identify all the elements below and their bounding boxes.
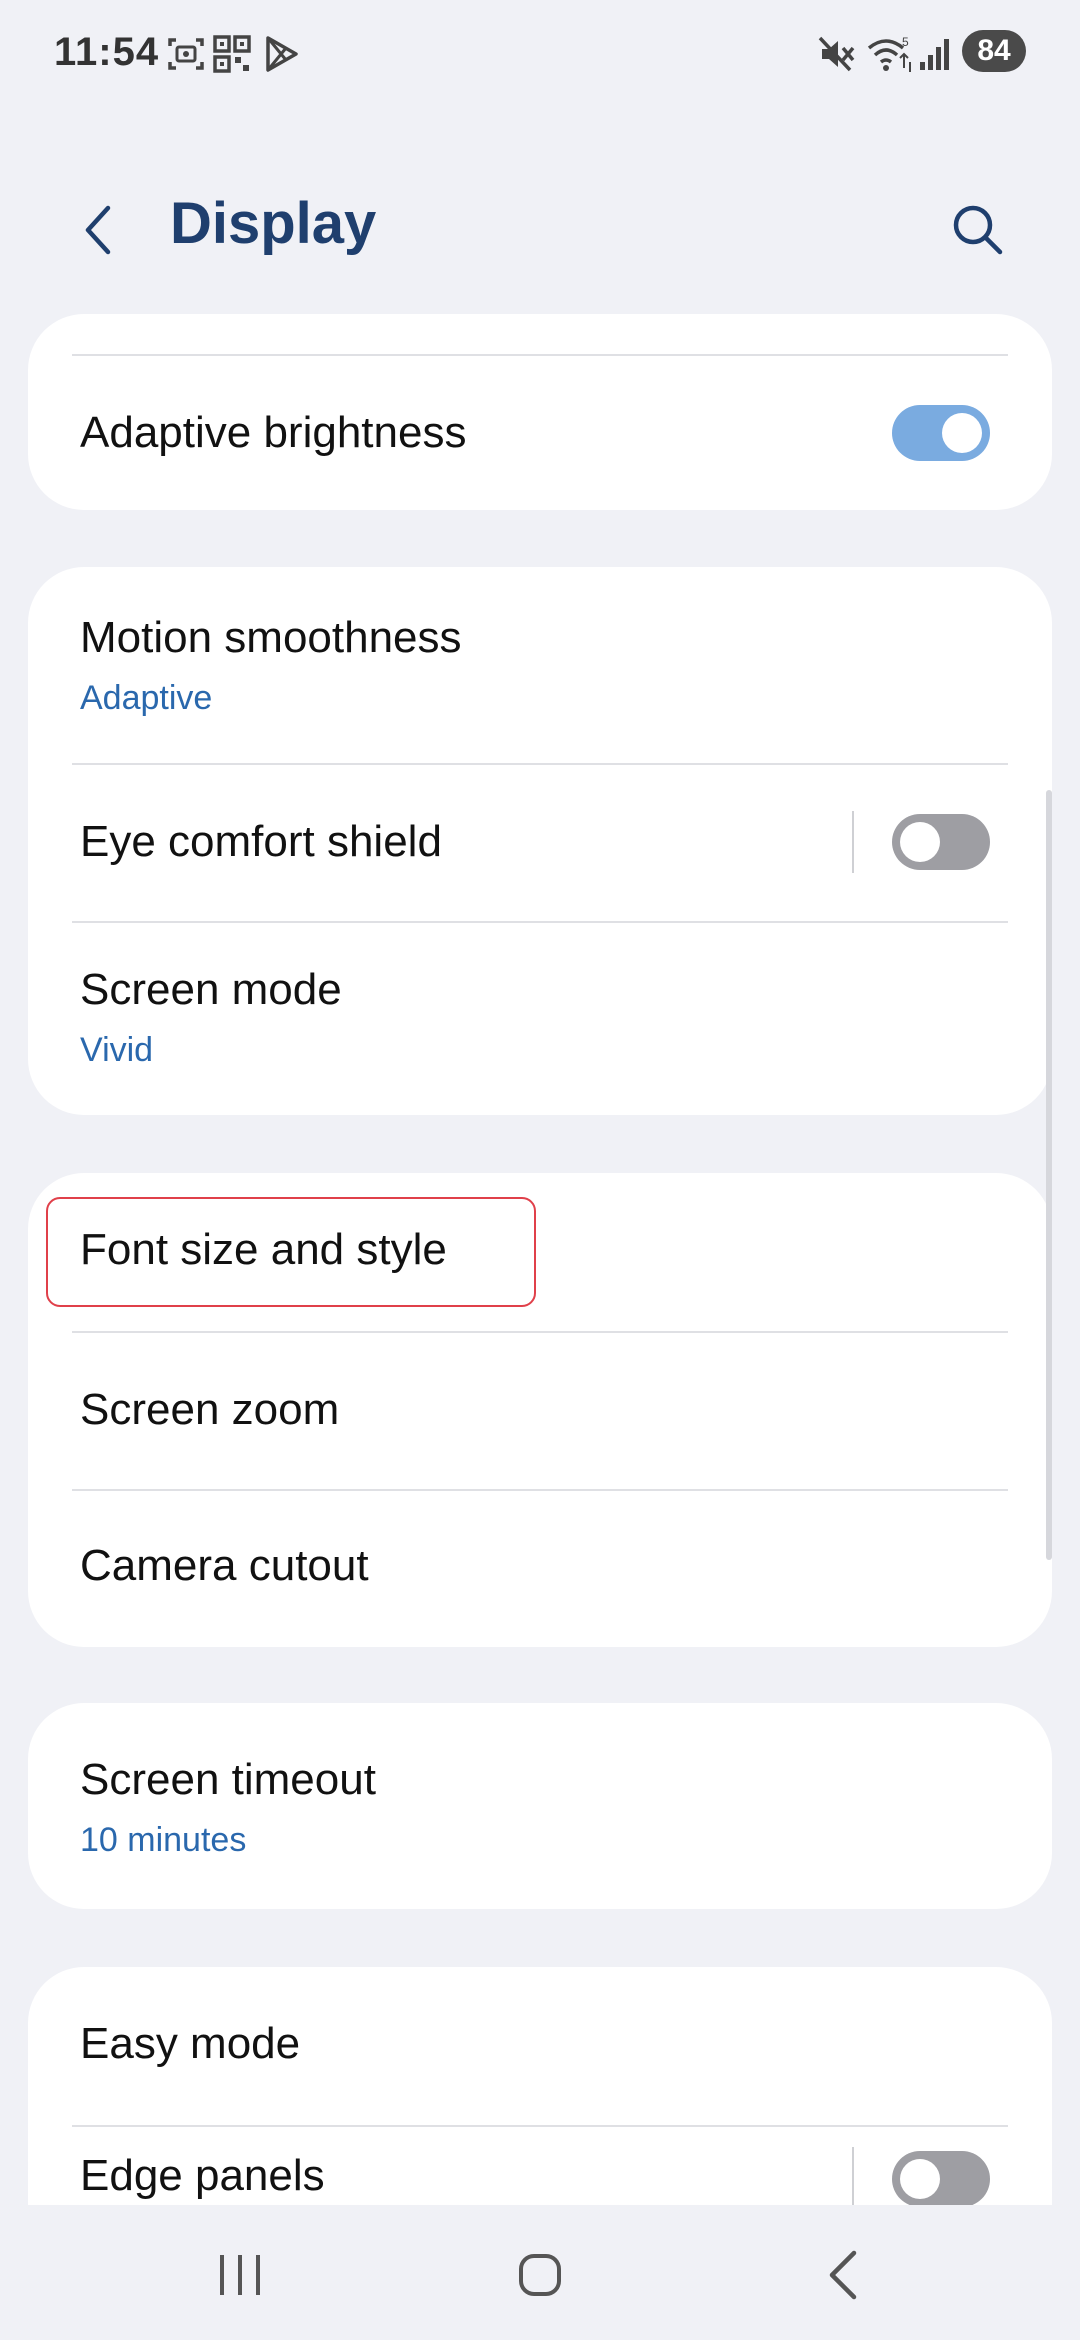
setting-value: Adaptive — [80, 679, 213, 717]
signal-icon — [920, 39, 949, 70]
setting-label: Font size and style — [80, 1225, 447, 1274]
setting-label: Easy mode — [80, 2019, 301, 2068]
setting-label: Motion smoothness — [80, 613, 462, 662]
home-icon[interactable] — [500, 2243, 580, 2307]
recent-apps-icon[interactable] — [200, 2243, 280, 2307]
scrollbar[interactable] — [1046, 790, 1052, 1560]
setting-label: Edge panels — [80, 2151, 325, 2200]
mute-icon — [818, 36, 855, 72]
toggle-knob — [942, 413, 982, 453]
back-arrow-icon[interactable] — [62, 192, 138, 268]
edge-panels-toggle[interactable] — [892, 2151, 990, 2205]
toggle-knob — [900, 2159, 940, 2199]
settings-group-screen: Motion smoothness Adaptive Eye comfort s… — [28, 567, 1052, 1115]
status-bar: 11:54 5 84 — [0, 0, 1080, 112]
play-store-icon — [266, 36, 298, 72]
qr-icon — [213, 35, 251, 73]
back-icon[interactable] — [804, 2243, 884, 2307]
toggle-separator — [852, 811, 854, 873]
search-icon[interactable] — [940, 192, 1016, 268]
status-time: 11:54 — [54, 30, 160, 74]
setting-screen-timeout[interactable]: Screen timeout 10 minutes — [28, 1703, 1052, 1909]
settings-group-brightness: Adaptive brightness — [28, 314, 1052, 510]
setting-screen-zoom[interactable]: Screen zoom — [28, 1333, 1052, 1489]
battery-level: 84 — [977, 34, 1011, 67]
settings-group-timeout: Screen timeout 10 minutes — [28, 1703, 1052, 1909]
setting-label: Screen zoom — [80, 1385, 340, 1434]
toggle-knob — [900, 822, 940, 862]
wifi-icon: 5 — [867, 35, 911, 72]
setting-easy-mode[interactable]: Easy mode — [28, 1967, 1052, 2125]
setting-edge-panels[interactable]: Edge panels — [28, 2127, 1052, 2205]
setting-font-size-and-style[interactable]: Font size and style — [28, 1173, 1052, 1331]
setting-eye-comfort-shield[interactable]: Eye comfort shield — [28, 765, 1052, 921]
adaptive-brightness-toggle[interactable] — [892, 405, 990, 461]
setting-label: Adaptive brightness — [80, 408, 467, 457]
setting-label: Screen timeout — [80, 1755, 376, 1804]
setting-label: Eye comfort shield — [80, 817, 442, 866]
setting-value: 10 minutes — [80, 1821, 247, 1859]
toggle-separator — [852, 2147, 854, 2205]
setting-adaptive-brightness[interactable]: Adaptive brightness — [28, 356, 1052, 510]
app-bar: Display — [0, 170, 1080, 280]
setting-label: Camera cutout — [80, 1541, 369, 1590]
setting-label: Screen mode — [80, 965, 342, 1014]
page-title: Display — [170, 191, 377, 256]
settings-group-text: Font size and style Screen zoom Camera c… — [28, 1173, 1052, 1647]
screenshot-icon — [168, 38, 204, 70]
svg-text:5: 5 — [902, 35, 909, 49]
setting-screen-mode[interactable]: Screen mode Vivid — [28, 923, 1052, 1115]
setting-camera-cutout[interactable]: Camera cutout — [28, 1491, 1052, 1647]
setting-motion-smoothness[interactable]: Motion smoothness Adaptive — [28, 567, 1052, 763]
battery-icon: 84 — [962, 30, 1026, 72]
setting-value: Vivid — [80, 1031, 154, 1069]
navigation-bar — [0, 2205, 1080, 2340]
settings-group-modes: Easy mode Edge panels — [28, 1967, 1052, 2205]
eye-comfort-shield-toggle[interactable] — [892, 814, 990, 870]
